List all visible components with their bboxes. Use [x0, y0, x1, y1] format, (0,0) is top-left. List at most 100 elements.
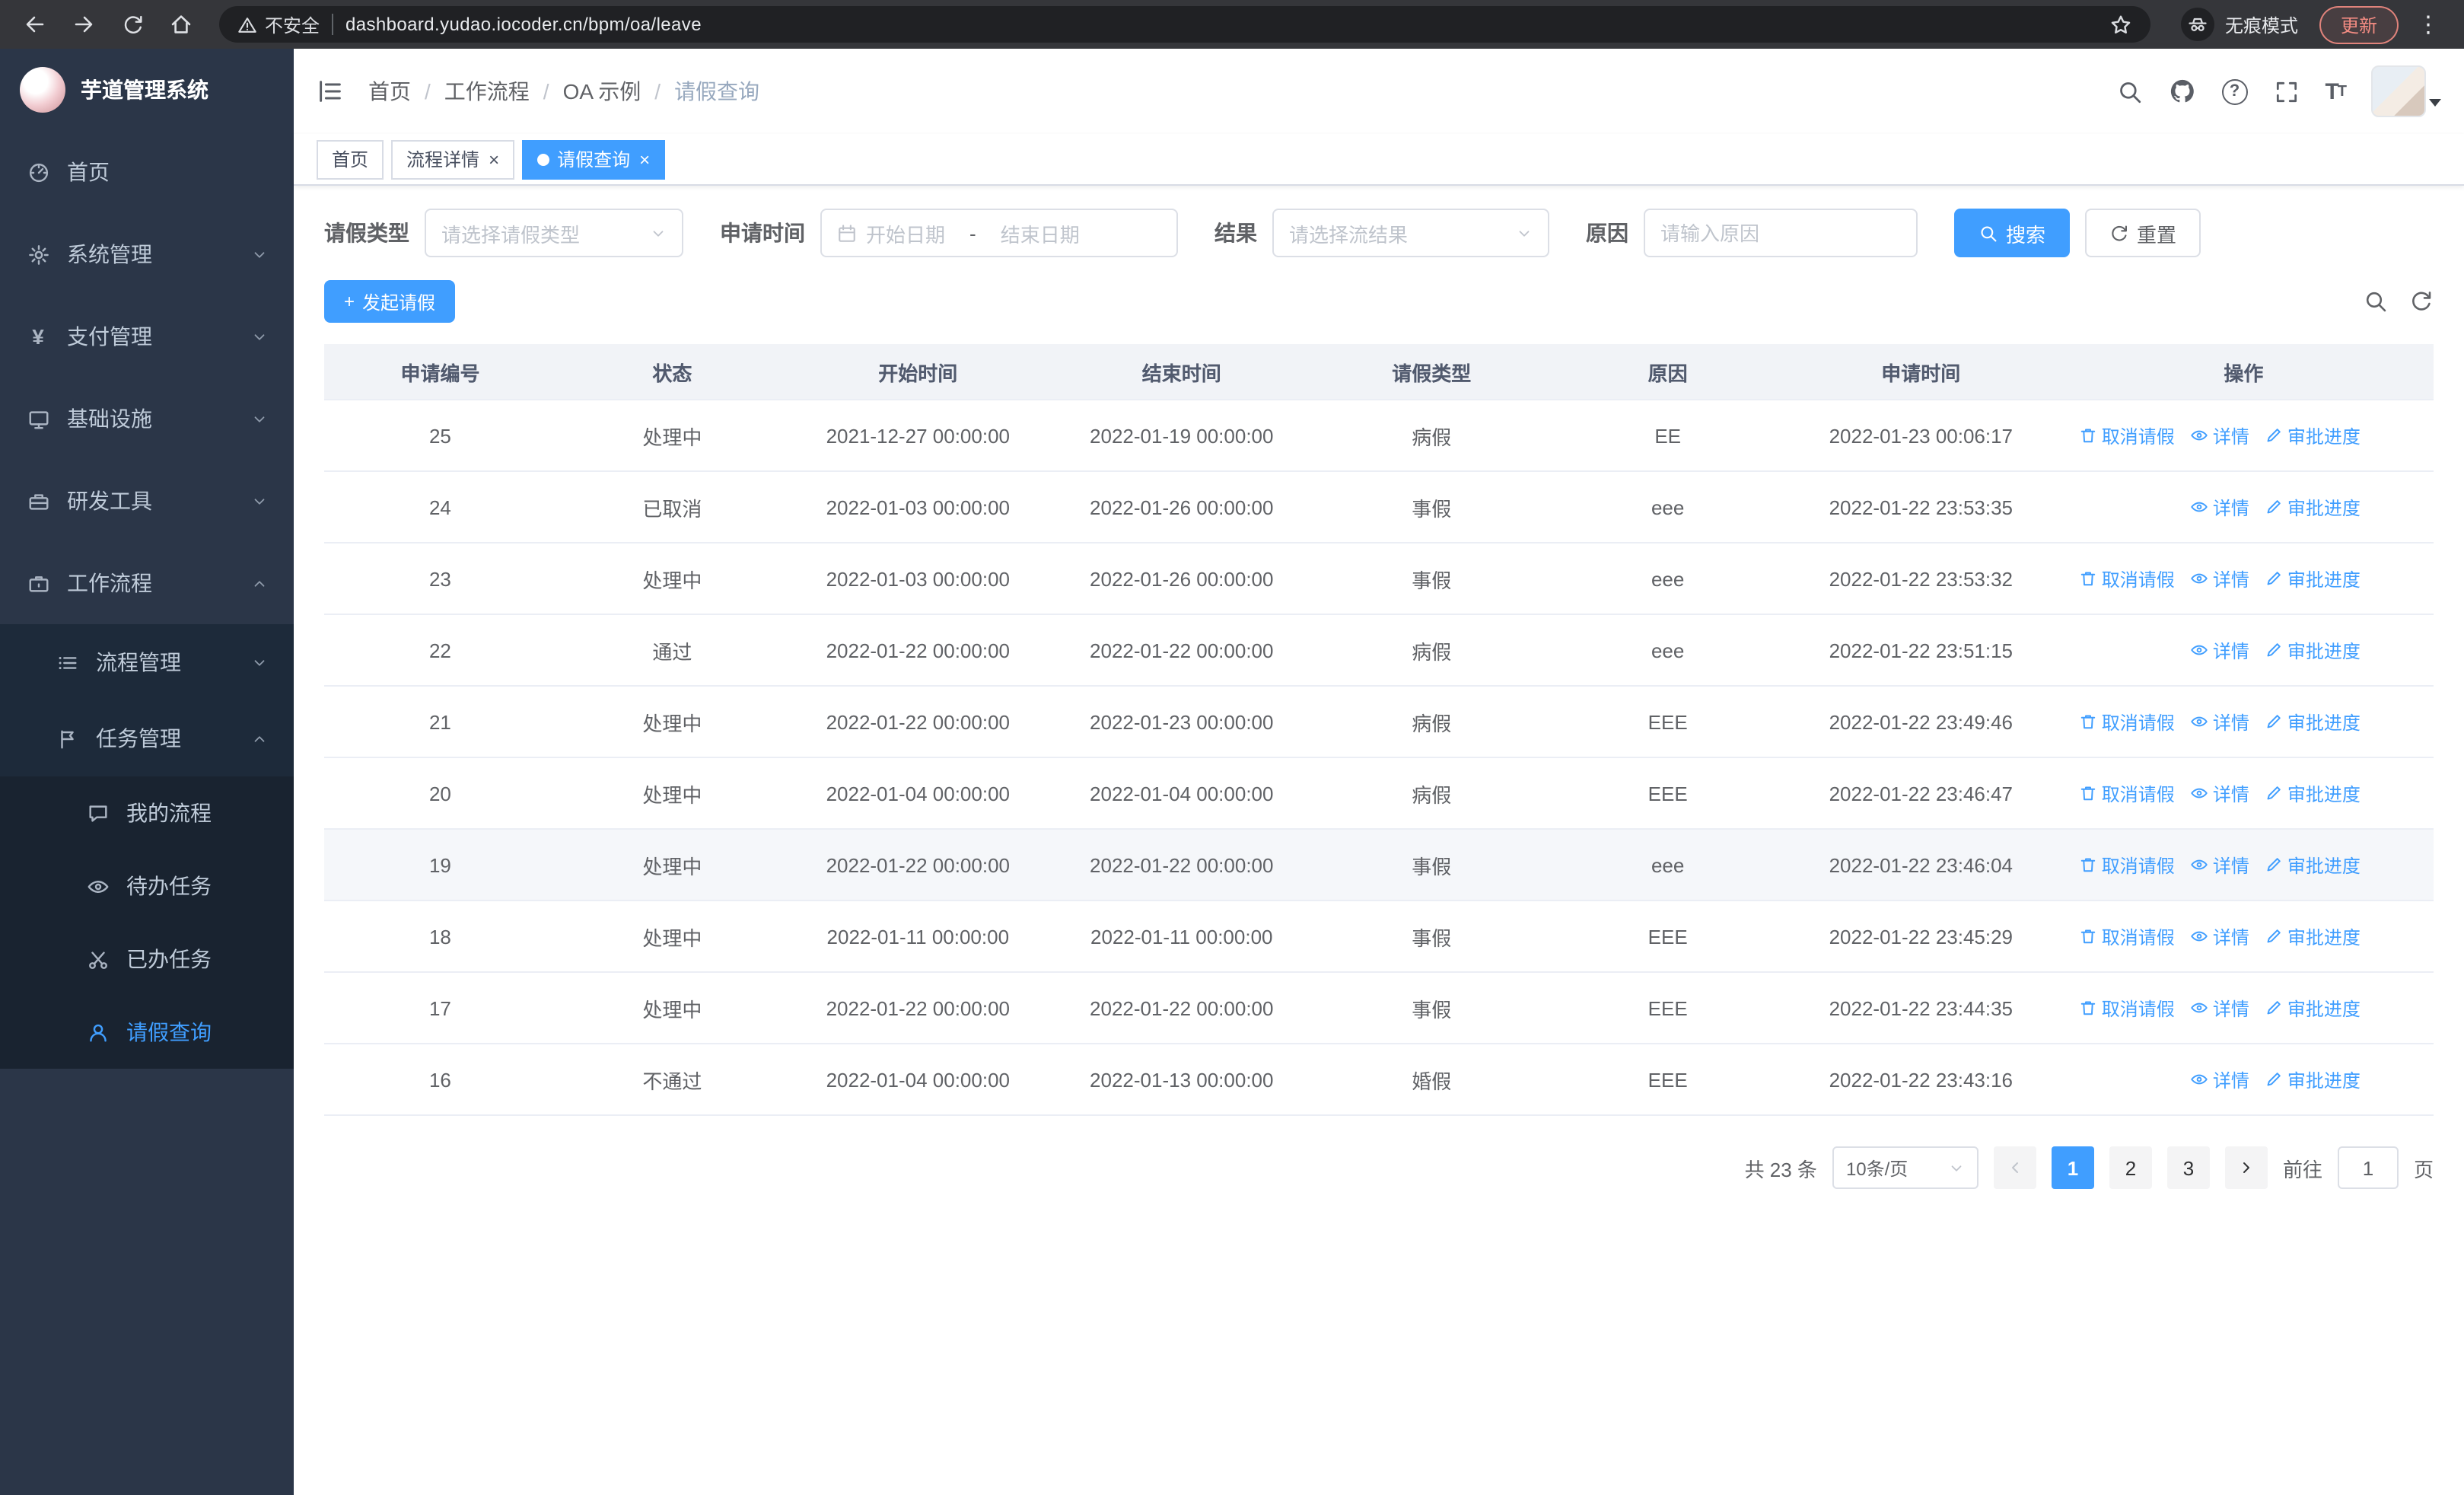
close-icon[interactable]: × — [489, 150, 499, 168]
sidebar-item-todo-task[interactable]: 待办任务 — [0, 850, 294, 923]
page-button-1[interactable]: 1 — [2051, 1146, 2094, 1189]
cell-applied: 2022-01-23 00:06:17 — [1829, 424, 2014, 447]
action-progress[interactable]: 审批进度 — [2265, 494, 2361, 520]
cell-end: 2022-01-19 00:00:00 — [1090, 424, 1274, 447]
leave-type-select[interactable]: 请选择请假类型 — [425, 209, 683, 257]
browser-menu-button[interactable]: ⋮ — [2408, 11, 2449, 38]
table-refresh-button[interactable] — [2409, 289, 2434, 314]
sidebar-item-workflow[interactable]: 工作流程 — [0, 542, 294, 624]
sidebar-item-infra[interactable]: 基础设施 — [0, 378, 294, 460]
action-detail[interactable]: 详情 — [2190, 1066, 2249, 1092]
sidebar-toggle-button[interactable] — [317, 78, 356, 105]
action-progress[interactable]: 审批进度 — [2265, 422, 2361, 448]
bookmark-star-button[interactable] — [2109, 13, 2132, 36]
table-search-button[interactable] — [2364, 289, 2388, 314]
reload-button[interactable] — [113, 5, 152, 44]
back-button[interactable] — [15, 5, 55, 44]
sidebar-item-done-task[interactable]: 已办任务 — [0, 923, 294, 996]
sidebar: 芋道管理系统 首页 系统管理 ¥ 支付管理 基础设施 研发工具 工作流程 流程管… — [0, 49, 294, 1495]
tab-leave-query[interactable]: 请假查询 × — [522, 139, 666, 179]
action-detail[interactable]: 详情 — [2190, 709, 2249, 735]
action-detail[interactable]: 详情 — [2190, 494, 2249, 520]
cell-status: 处理中 — [642, 426, 702, 448]
action-cancel[interactable]: 取消请假 — [2079, 709, 2175, 735]
action-detail[interactable]: 详情 — [2190, 852, 2249, 878]
sidebar-item-label: 流程管理 — [96, 650, 181, 674]
action-progress[interactable]: 审批进度 — [2265, 1066, 2361, 1092]
sidebar-item-system[interactable]: 系统管理 — [0, 213, 294, 295]
sidebar-item-devtools[interactable]: 研发工具 — [0, 460, 294, 542]
font-size-button[interactable]: TT — [2325, 78, 2347, 104]
cell-start: 2022-01-22 00:00:00 — [826, 996, 1010, 1019]
prev-page-button[interactable] — [1993, 1146, 2036, 1189]
chevron-down-icon — [251, 246, 268, 263]
sidebar-logo[interactable]: 芋道管理系统 — [0, 49, 294, 131]
cell-actions: 取消请假 详情 审批进度 — [2054, 852, 2434, 878]
tab-process-detail[interactable]: 流程详情 × — [391, 139, 515, 179]
action-detail[interactable]: 详情 — [2190, 995, 2249, 1021]
sidebar-item-label: 支付管理 — [67, 324, 152, 349]
create-leave-button[interactable]: + 发起请假 — [324, 280, 456, 323]
sidebar-item-task-mgmt[interactable]: 任务管理 — [0, 700, 294, 776]
fullscreen-button[interactable] — [2273, 78, 2299, 104]
edit-icon — [2265, 927, 2283, 945]
eye-icon — [2190, 426, 2208, 445]
action-detail[interactable]: 详情 — [2190, 566, 2249, 591]
apply-time-range-picker[interactable]: 开始日期 - 结束日期 — [820, 209, 1178, 257]
action-progress[interactable]: 审批进度 — [2265, 566, 2361, 591]
breadcrumb-item[interactable]: OA 示例 — [563, 76, 641, 107]
cell-end: 2022-01-23 00:00:00 — [1090, 710, 1274, 733]
action-detail[interactable]: 详情 — [2190, 637, 2249, 663]
action-cancel[interactable]: 取消请假 — [2079, 566, 2175, 591]
dashboard-icon — [26, 161, 50, 183]
action-progress[interactable]: 审批进度 — [2265, 852, 2361, 878]
header-search-button[interactable] — [2116, 78, 2142, 104]
breadcrumb-item[interactable]: 首页 — [368, 76, 411, 107]
page-button-3[interactable]: 3 — [2166, 1146, 2210, 1189]
cell-actions: 取消请假 详情 审批进度 — [2054, 566, 2434, 591]
cell-start: 2022-01-03 00:00:00 — [826, 567, 1010, 590]
github-button[interactable] — [2168, 78, 2195, 105]
breadcrumb-item[interactable]: 工作流程 — [444, 76, 530, 107]
action-cancel[interactable]: 取消请假 — [2079, 923, 2175, 949]
close-icon[interactable]: × — [639, 150, 650, 168]
sidebar-item-home[interactable]: 首页 — [0, 131, 294, 213]
next-page-button[interactable] — [2224, 1146, 2268, 1189]
update-button[interactable]: 更新 — [2319, 5, 2399, 43]
cell-status: 处理中 — [642, 569, 702, 591]
cell-actions: 详情 审批进度 — [2054, 494, 2434, 520]
action-detail[interactable]: 详情 — [2190, 780, 2249, 806]
reset-button[interactable]: 重置 — [2085, 209, 2201, 257]
sidebar-item-leave-query[interactable]: 请假查询 — [0, 996, 294, 1069]
help-button[interactable]: ? — [2221, 78, 2248, 104]
home-button[interactable] — [161, 5, 201, 44]
action-progress[interactable]: 审批进度 — [2265, 995, 2361, 1021]
page-button-2[interactable]: 2 — [2109, 1146, 2152, 1189]
action-progress[interactable]: 审批进度 — [2265, 637, 2361, 663]
list-icon — [55, 651, 79, 674]
breadcrumb-separator: / — [543, 79, 549, 104]
result-select[interactable]: 请选择流结果 — [1272, 209, 1549, 257]
url-bar[interactable]: 不安全 dashboard.yudao.iocoder.cn/bpm/oa/le… — [219, 6, 2150, 43]
reason-input[interactable] — [1644, 209, 1918, 257]
forward-button[interactable] — [64, 5, 103, 44]
action-progress[interactable]: 审批进度 — [2265, 709, 2361, 735]
action-progress[interactable]: 审批进度 — [2265, 923, 2361, 949]
security-chip[interactable]: 不安全 — [237, 11, 320, 37]
star-icon — [2111, 14, 2131, 33]
sidebar-item-payment[interactable]: ¥ 支付管理 — [0, 295, 294, 378]
action-detail[interactable]: 详情 — [2190, 923, 2249, 949]
tab-home[interactable]: 首页 — [317, 139, 384, 179]
search-button[interactable]: 搜索 — [1954, 209, 2071, 257]
action-cancel[interactable]: 取消请假 — [2079, 995, 2175, 1021]
sidebar-item-my-process[interactable]: 我的流程 — [0, 776, 294, 850]
action-detail[interactable]: 详情 — [2190, 422, 2249, 448]
action-cancel[interactable]: 取消请假 — [2079, 852, 2175, 878]
sidebar-item-process-mgmt[interactable]: 流程管理 — [0, 624, 294, 700]
goto-page-input[interactable] — [2337, 1146, 2399, 1189]
action-cancel[interactable]: 取消请假 — [2079, 780, 2175, 806]
action-cancel[interactable]: 取消请假 — [2079, 422, 2175, 448]
page-size-select[interactable]: 10条/页 — [1832, 1146, 1979, 1189]
avatar-dropdown[interactable] — [2371, 65, 2441, 117]
action-progress[interactable]: 审批进度 — [2265, 780, 2361, 806]
